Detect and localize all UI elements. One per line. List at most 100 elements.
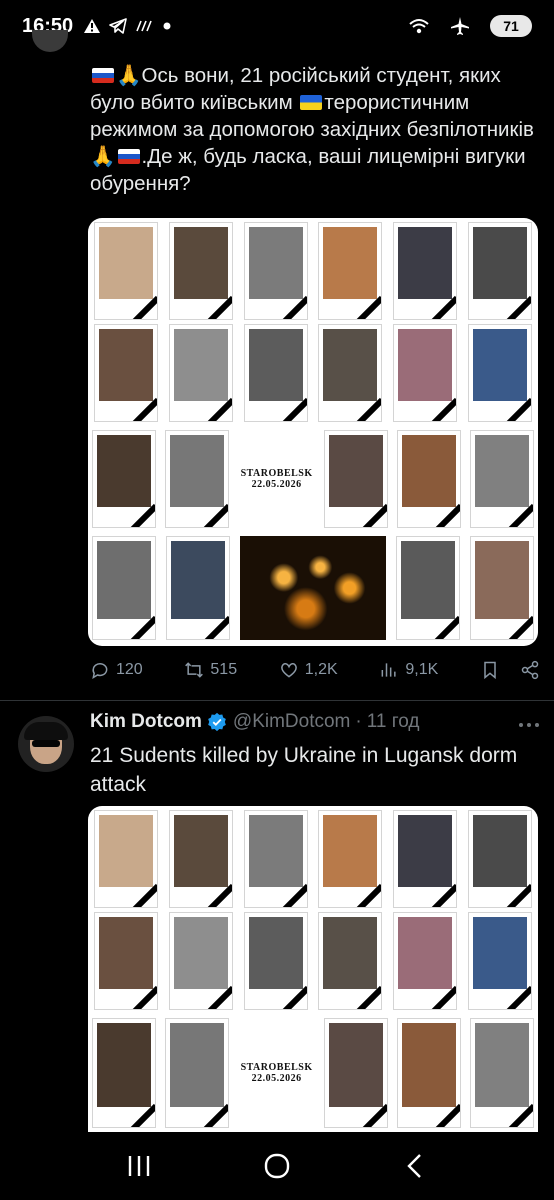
author-avatar[interactable] xyxy=(18,716,74,772)
news-icon xyxy=(135,19,155,33)
student-photo xyxy=(164,1018,229,1128)
student-photo xyxy=(94,222,158,320)
tweet-time[interactable]: 11 год xyxy=(367,711,420,733)
telegram-icon xyxy=(109,18,127,34)
student-photo xyxy=(467,324,532,422)
title-card-date: 22.05.2026 xyxy=(251,479,302,490)
reply-icon xyxy=(92,663,108,680)
tweet2-header: Kim Dotcom @KimDotcom · 11 год xyxy=(90,711,540,733)
extra-actions xyxy=(480,660,540,680)
student-photo xyxy=(168,324,233,422)
title-card-location: STAROBELSK xyxy=(240,468,313,479)
title-card-location: STAROBELSK xyxy=(240,1062,313,1073)
tweet1-text-part3: .Де ж, будь ласка, ваші лицемірні вигуки… xyxy=(90,145,532,195)
verified-badge-icon xyxy=(207,712,227,732)
student-photo xyxy=(324,1018,389,1128)
student-photo xyxy=(243,222,308,320)
russia-flag-icon xyxy=(92,68,114,83)
back-icon xyxy=(407,1154,421,1178)
student-photo xyxy=(393,810,458,908)
dot-icon xyxy=(163,22,171,30)
tweet1-actions: 120 515 1,2K 9,1K xyxy=(90,660,540,680)
views-button[interactable]: 9,1K xyxy=(379,660,438,680)
student-photo xyxy=(243,324,308,422)
russia-flag-icon xyxy=(117,149,140,164)
student-photo xyxy=(318,912,383,1010)
student-photo xyxy=(324,430,389,528)
view-count: 9,1K xyxy=(405,661,439,678)
student-photo xyxy=(318,222,383,320)
battery-icon: 71 xyxy=(490,15,532,37)
system-nav-bar xyxy=(0,1132,554,1200)
student-photo xyxy=(467,912,532,1010)
student-photo xyxy=(168,222,233,320)
student-photo xyxy=(243,810,308,908)
ukraine-flag-icon xyxy=(300,95,323,110)
photo-row xyxy=(88,324,538,422)
photo-row xyxy=(88,222,538,320)
views-icon xyxy=(381,663,396,677)
tweet2-text: 21 Sudents killed by Ukraine in Lugansk … xyxy=(90,744,524,796)
separator-dot: · xyxy=(355,711,362,732)
reply-button[interactable]: 120 xyxy=(90,660,143,680)
student-photo xyxy=(168,810,233,908)
like-count: 1,2K xyxy=(304,661,338,678)
heart-icon xyxy=(280,663,297,678)
home-icon xyxy=(264,1153,290,1179)
author-name[interactable]: Kim Dotcom xyxy=(90,711,202,733)
photo-row: STAROBELSK 22.05.2026 xyxy=(88,430,538,528)
repost-button[interactable]: 515 xyxy=(184,660,237,680)
photo-row xyxy=(88,536,538,640)
share-icon[interactable] xyxy=(520,660,540,680)
praying-hands-icon: 🙏 xyxy=(116,64,142,87)
student-photo xyxy=(469,1018,534,1128)
student-photo xyxy=(168,912,233,1010)
student-photo xyxy=(393,912,458,1010)
author-handle[interactable]: @KimDotcom xyxy=(233,711,350,733)
student-photo xyxy=(92,536,156,640)
student-photo xyxy=(94,912,158,1010)
student-photo xyxy=(94,810,158,908)
student-photo xyxy=(166,536,230,640)
praying-hands-icon: 🙏 xyxy=(90,145,116,168)
tweet1-text: 🙏Ось вони, 21 російський студент, яких б… xyxy=(90,62,540,197)
student-photo xyxy=(164,430,229,528)
airplane-icon xyxy=(450,16,470,36)
recent-apps-icon xyxy=(128,1156,150,1176)
student-photo xyxy=(470,536,534,640)
title-card: STAROBELSK 22.05.2026 xyxy=(237,430,316,528)
recent-apps-button[interactable] xyxy=(109,1141,169,1191)
candles-image xyxy=(240,536,386,640)
title-card: STAROBELSK 22.05.2026 xyxy=(237,1018,316,1128)
student-photo xyxy=(243,912,308,1010)
tweet-divider xyxy=(0,700,554,701)
student-photo xyxy=(397,430,462,528)
home-button[interactable] xyxy=(247,1141,307,1191)
student-photo xyxy=(396,536,460,640)
student-photo xyxy=(393,324,458,422)
warning-icon xyxy=(83,18,101,34)
more-options-icon[interactable] xyxy=(518,712,540,733)
student-photo xyxy=(393,222,458,320)
student-photo xyxy=(318,324,383,422)
back-button[interactable] xyxy=(385,1141,445,1191)
repost-icon xyxy=(185,662,204,678)
photo-row xyxy=(88,912,538,1010)
student-photo xyxy=(397,1018,462,1128)
student-photo xyxy=(469,430,534,528)
like-button[interactable]: 1,2K xyxy=(279,660,338,680)
status-bar: 16:50 71 xyxy=(0,0,554,52)
photo-row xyxy=(88,810,538,908)
student-photo xyxy=(92,1018,156,1128)
title-card-date: 22.05.2026 xyxy=(251,1073,302,1084)
tweet1-media-image[interactable]: STAROBELSK 22.05.2026 xyxy=(88,218,538,646)
photo-row: STAROBELSK 22.05.2026 xyxy=(88,1018,538,1128)
student-photo xyxy=(467,222,532,320)
student-photo xyxy=(467,810,532,908)
tweet2-media-image[interactable]: STAROBELSK 22.05.2026 xyxy=(88,806,538,1132)
wifi-icon xyxy=(408,17,430,35)
student-photo xyxy=(92,430,156,528)
bookmark-icon[interactable] xyxy=(480,660,500,680)
student-photo xyxy=(94,324,158,422)
reply-count: 120 xyxy=(116,661,143,678)
